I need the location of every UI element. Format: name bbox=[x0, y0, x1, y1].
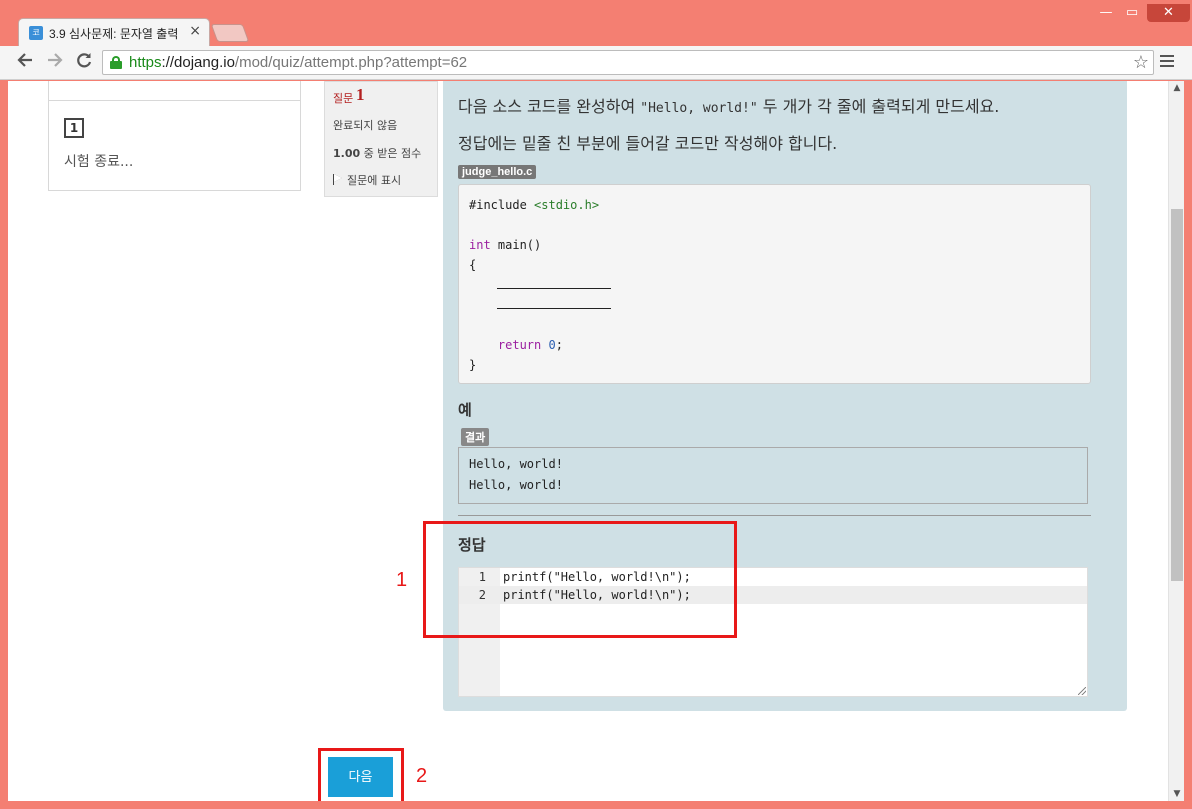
site-favicon-icon: 코 bbox=[29, 26, 43, 40]
window-maximize-button[interactable]: ▭ bbox=[1122, 4, 1142, 22]
flag-icon bbox=[333, 174, 343, 185]
tab-close-icon[interactable]: × bbox=[189, 23, 201, 39]
result-line: Hello, world! bbox=[469, 478, 563, 492]
divider bbox=[49, 100, 300, 101]
lock-icon bbox=[110, 56, 122, 69]
question-grade: 1.00 중 받은 점수 bbox=[333, 147, 422, 160]
result-output: Hello, world! Hello, world! bbox=[458, 447, 1088, 504]
result-line: Hello, world! bbox=[469, 457, 563, 471]
question-state: 완료되지 않음 bbox=[333, 119, 398, 132]
flag-question-link[interactable]: 질문에 표시 bbox=[333, 172, 401, 188]
resize-handle[interactable] bbox=[1078, 687, 1086, 695]
tab-title: 3.9 심사문제: 문자열 출력 bbox=[49, 27, 179, 41]
question-label: 질문 bbox=[333, 92, 354, 105]
question-number: 1 bbox=[356, 85, 365, 104]
annotation-highlight-answer bbox=[423, 521, 737, 638]
scroll-down-arrow-icon[interactable]: ▼ bbox=[1169, 789, 1184, 799]
vertical-scrollbar[interactable]: ▲ ▼ bbox=[1168, 81, 1184, 801]
window-minimize-button[interactable]: — bbox=[1096, 4, 1116, 22]
forward-arrow-icon[interactable] bbox=[44, 51, 66, 73]
blank-line-2 bbox=[497, 299, 611, 309]
file-name-label: judge_hello.c bbox=[458, 165, 537, 179]
annotation-number-1: 1 bbox=[396, 569, 408, 591]
example-heading: 예 bbox=[458, 401, 472, 419]
question-instruction: 정답에는 밑줄 친 부분에 들어갈 코드만 작성해야 합니다. bbox=[458, 134, 838, 153]
url-text: https://dojang.io/mod/quiz/attempt.php?a… bbox=[129, 54, 468, 71]
source-code-block: #include <stdio.h> int main() { return 0… bbox=[458, 184, 1091, 384]
quiz-navigation-block: 1 시험 종료... bbox=[48, 81, 301, 191]
annotation-number-2: 2 bbox=[416, 765, 428, 787]
scroll-thumb[interactable] bbox=[1171, 209, 1183, 581]
window-titlebar: 코 3.9 심사문제: 문자열 출력 × — ▭ ✕ bbox=[0, 0, 1192, 46]
browser-menu-icon[interactable] bbox=[1160, 52, 1176, 72]
finish-attempt-link[interactable]: 시험 종료... bbox=[64, 151, 133, 171]
annotation-highlight-next bbox=[318, 748, 404, 801]
new-tab-button[interactable] bbox=[210, 24, 250, 42]
window-close-button[interactable]: ✕ bbox=[1147, 4, 1190, 22]
reload-icon[interactable] bbox=[73, 51, 95, 73]
browser-tab[interactable]: 코 3.9 심사문제: 문자열 출력 × bbox=[18, 18, 210, 46]
section-divider bbox=[458, 515, 1091, 516]
result-label: 결과 bbox=[461, 428, 490, 446]
question-nav-button[interactable]: 1 bbox=[64, 118, 84, 138]
address-bar[interactable]: https://dojang.io/mod/quiz/attempt.php?a… bbox=[102, 50, 1154, 75]
bookmark-star-icon[interactable]: ☆ bbox=[1133, 52, 1149, 73]
scroll-up-arrow-icon[interactable]: ▲ bbox=[1169, 83, 1184, 93]
page-viewport: 1 시험 종료... 질문 1 완료되지 않음 1.00 중 받은 점수 질문에… bbox=[8, 81, 1184, 801]
back-arrow-icon[interactable] bbox=[14, 51, 36, 73]
question-info-panel: 질문 1 완료되지 않음 1.00 중 받은 점수 질문에 표시 bbox=[324, 81, 438, 197]
question-prompt: 다음 소스 코드를 완성하여 "Hello, world!" 두 개가 각 줄에… bbox=[458, 97, 1000, 116]
browser-toolbar: https://dojang.io/mod/quiz/attempt.php?a… bbox=[0, 46, 1192, 80]
blank-line-1 bbox=[497, 279, 611, 289]
